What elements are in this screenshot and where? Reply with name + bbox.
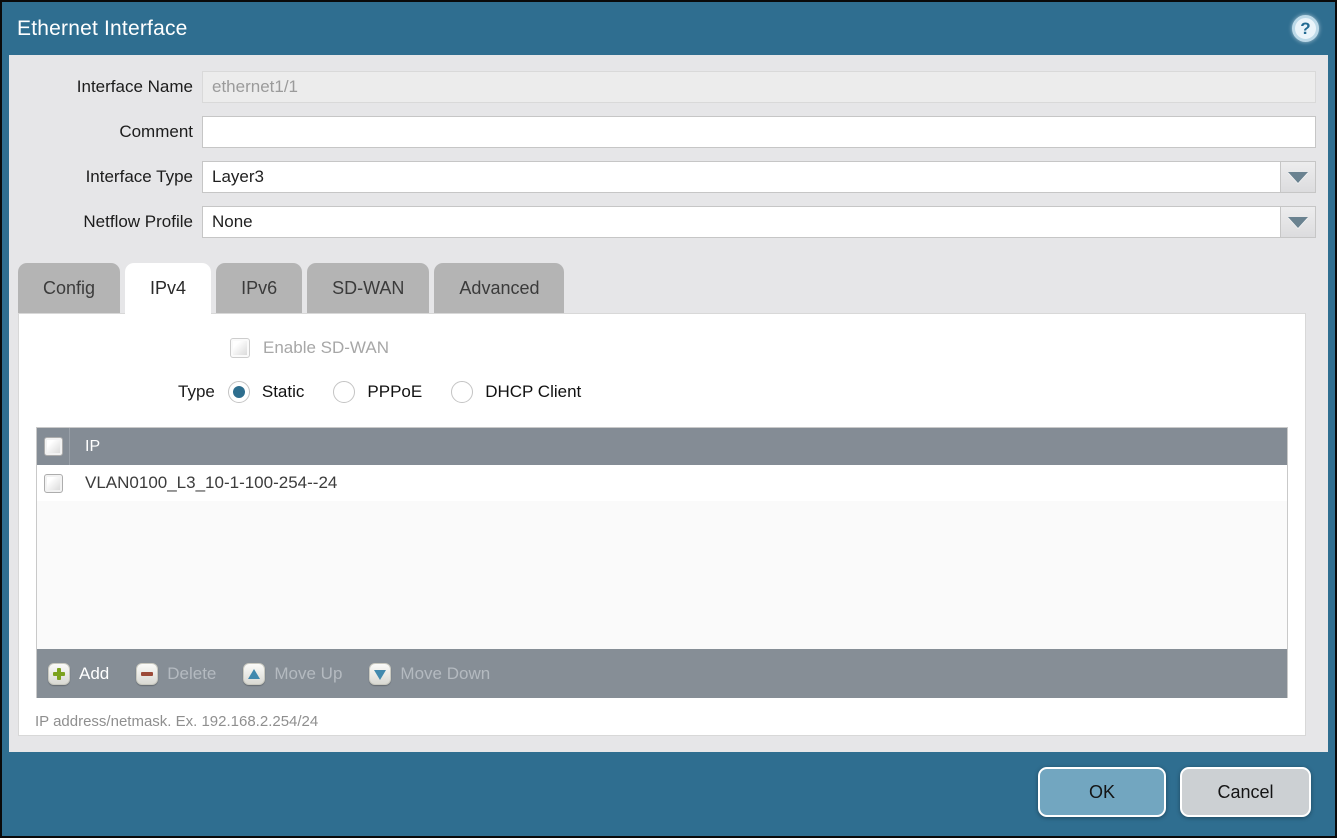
netflow-profile-dropdown-trigger[interactable]: [1280, 207, 1315, 237]
radio-dhcp-client-icon[interactable]: [451, 381, 473, 403]
ip-row-value: VLAN0100_L3_10-1-100-254--24: [70, 473, 337, 493]
chevron-down-icon: [1288, 217, 1308, 228]
tab-sd-wan[interactable]: SD-WAN: [307, 263, 429, 313]
interface-name-field: [202, 71, 1316, 103]
interface-type-value: Layer3: [203, 162, 1280, 192]
plus-icon: [48, 663, 70, 685]
ethernet-interface-dialog: Ethernet Interface ? Interface Name Comm…: [0, 0, 1337, 838]
ipv4-tab-panel: Enable SD-WAN Type Static PPPoE DHCP Cli…: [18, 313, 1306, 736]
form-row-netflow-profile: Netflow Profile None: [9, 206, 1316, 238]
help-icon[interactable]: ?: [1292, 15, 1319, 42]
comment-field[interactable]: [202, 116, 1316, 148]
interface-type-dropdown-trigger[interactable]: [1280, 162, 1315, 192]
tab-advanced[interactable]: Advanced: [434, 263, 564, 313]
interface-type-dropdown[interactable]: Layer3: [202, 161, 1316, 193]
tab-ipv6[interactable]: IPv6: [216, 263, 302, 313]
type-label: Type: [178, 382, 215, 402]
form-row-interface-type: Interface Type Layer3: [9, 161, 1316, 193]
select-all-checkbox[interactable]: [44, 437, 63, 456]
netflow-profile-label: Netflow Profile: [9, 212, 202, 232]
arrow-down-icon: [369, 663, 391, 685]
radio-pppoe-label: PPPoE: [367, 382, 422, 402]
dialog-body: Interface Name Comment Interface Type La…: [9, 55, 1328, 752]
form-row-interface-name: Interface Name: [9, 71, 1316, 103]
enable-sdwan-label: Enable SD-WAN: [263, 338, 389, 358]
minus-icon: [136, 663, 158, 685]
ip-format-hint: IP address/netmask. Ex. 192.168.2.254/24: [35, 713, 1305, 730]
delete-button-label: Delete: [167, 664, 216, 684]
move-up-button-label: Move Up: [274, 664, 342, 684]
ip-table-header: IP: [37, 428, 1287, 465]
netflow-profile-value: None: [203, 207, 1280, 237]
ip-column-header: IP: [70, 438, 100, 456]
ok-button[interactable]: OK: [1038, 767, 1166, 817]
cancel-button[interactable]: Cancel: [1180, 767, 1311, 817]
radio-dhcp-client-label: DHCP Client: [485, 382, 581, 402]
form-row-comment: Comment: [9, 116, 1316, 148]
ip-address-table: IP VLAN0100_L3_10-1-100-254--24 Add: [36, 427, 1288, 698]
comment-label: Comment: [9, 122, 202, 142]
move-down-button: Move Down: [369, 663, 490, 685]
dialog-footer: OK Cancel: [2, 752, 1335, 836]
dialog-titlebar: Ethernet Interface ?: [2, 2, 1335, 55]
radio-static-icon[interactable]: [228, 381, 250, 403]
add-button[interactable]: Add: [48, 663, 109, 685]
move-up-button: Move Up: [243, 663, 342, 685]
radio-pppoe[interactable]: PPPoE: [333, 381, 422, 403]
enable-sdwan-row: Enable SD-WAN: [230, 336, 1305, 359]
tab-config[interactable]: Config: [18, 263, 120, 313]
arrow-up-icon: [243, 663, 265, 685]
netflow-profile-dropdown[interactable]: None: [202, 206, 1316, 238]
radio-static-label: Static: [262, 382, 305, 402]
table-toolbar: Add Delete Move Up Move Down: [37, 649, 1287, 698]
delete-button: Delete: [136, 663, 216, 685]
enable-sdwan-checkbox: [230, 338, 250, 358]
radio-dhcp-client[interactable]: DHCP Client: [451, 381, 581, 403]
tab-ipv4[interactable]: IPv4: [125, 263, 211, 314]
dialog-title: Ethernet Interface: [17, 17, 1292, 41]
radio-pppoe-icon[interactable]: [333, 381, 355, 403]
table-row[interactable]: VLAN0100_L3_10-1-100-254--24: [37, 465, 1287, 501]
add-button-label: Add: [79, 664, 109, 684]
row-checkbox[interactable]: [44, 474, 63, 493]
move-down-button-label: Move Down: [400, 664, 490, 684]
address-type-row: Type Static PPPoE DHCP Client: [178, 379, 1305, 405]
interface-type-label: Interface Type: [9, 167, 202, 187]
chevron-down-icon: [1288, 172, 1308, 183]
table-empty-area: [37, 501, 1287, 649]
interface-name-label: Interface Name: [9, 77, 202, 97]
radio-static[interactable]: Static: [228, 381, 305, 403]
tab-bar: Config IPv4 IPv6 SD-WAN Advanced: [18, 263, 1316, 313]
